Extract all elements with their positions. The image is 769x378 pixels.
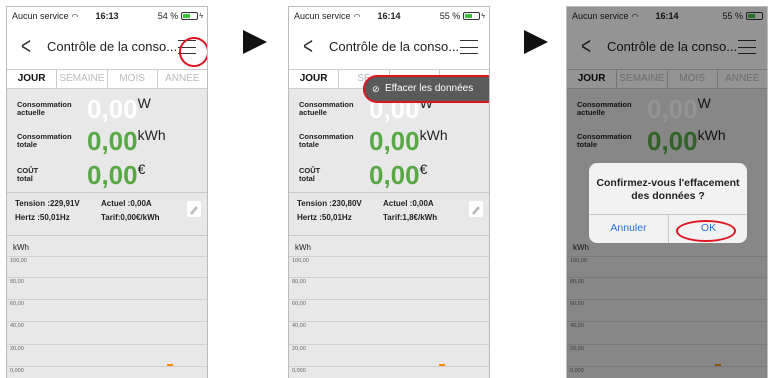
- battery-icon: [181, 12, 199, 20]
- highlight-circle-ok: [676, 220, 736, 242]
- highlight-circle-clear-data: [363, 75, 489, 103]
- menu-icon[interactable]: [460, 40, 478, 54]
- current-readout: Actuel :0,00A: [101, 199, 152, 208]
- metric-unit: W: [137, 95, 151, 111]
- metric-sublabel: total: [299, 174, 315, 183]
- chart-unit-label: kWh: [13, 243, 29, 252]
- step-arrow-icon: [524, 30, 548, 54]
- metric-sublabel: total: [17, 174, 33, 183]
- dashboard: Consommation actuelle 0,00W Consommation t…: [7, 89, 207, 378]
- gridline: [289, 256, 489, 257]
- metric-current-consumption: Consommation actuelle 0,00W: [7, 95, 207, 127]
- tension-readout: Tension :229,91V: [15, 199, 80, 208]
- tab-mois[interactable]: MOIS: [108, 70, 158, 88]
- battery-percent: 55 %: [439, 11, 461, 21]
- metric-sublabel: totale: [17, 140, 38, 149]
- tutorial-sequence: Aucun service ◠ 16:13 54 % ϟ < Contrôle de…: [0, 0, 769, 378]
- tab-jour[interactable]: JOUR: [7, 70, 58, 88]
- current-readout: Actuel :0,00A: [383, 199, 434, 208]
- phone-screen-1: Aucun service ◠ 16:13 54 % ϟ < Contrôle de…: [6, 6, 208, 378]
- status-bar: Aucun service ◠ 16:13 54 % ϟ: [7, 7, 207, 27]
- frequency-readout: Hertz :50,01Hz: [297, 213, 352, 222]
- nav-bar: < Contrôle de la conso...: [7, 27, 207, 67]
- metric-unit: €: [137, 161, 146, 177]
- y-tick-label: 80,00: [292, 279, 306, 285]
- tariff-readout: Tarif:0,00€/kWh: [101, 213, 160, 222]
- chart-bar: [167, 364, 173, 366]
- divider: [289, 235, 489, 236]
- gridline: [289, 366, 489, 367]
- metric-value: 0,00: [87, 126, 138, 156]
- y-tick-label: 100,00: [10, 258, 27, 264]
- edit-tariff-icon[interactable]: [187, 201, 201, 217]
- gridline: [7, 321, 207, 322]
- cancel-button[interactable]: Annuler: [589, 214, 668, 243]
- metric-total-cost: COÛT total 0,00€: [7, 161, 207, 193]
- gridline: [289, 299, 489, 300]
- metric-value: 0,00: [87, 94, 138, 124]
- metric-unit: kWh: [419, 127, 448, 143]
- highlight-circle-menu: [179, 37, 207, 67]
- y-tick-label: 100,00: [292, 258, 309, 264]
- tab-annee[interactable]: ANNEE: [158, 70, 207, 88]
- chart-unit-label: kWh: [295, 243, 311, 252]
- metric-total-consumption: Consommation totale 0,00kWh: [289, 127, 489, 159]
- gridline: [289, 344, 489, 345]
- page-title: Contrôle de la conso...: [47, 39, 178, 54]
- metric-unit: €: [419, 161, 428, 177]
- y-tick-label: 40,00: [292, 323, 306, 329]
- phone-screen-3: Aucun service ◠ 16:14 55 % < Contrôle de …: [566, 6, 768, 378]
- metric-unit: kWh: [137, 127, 166, 143]
- dashboard: Consommation actuelle 0,00W Consommation t…: [289, 89, 489, 378]
- metric-sublabel: totale: [299, 140, 320, 149]
- y-tick-label: 20,00: [292, 346, 306, 352]
- gridline: [7, 277, 207, 278]
- y-tick-label: 40,00: [10, 323, 24, 329]
- gridline: [7, 366, 207, 367]
- nav-bar: < Contrôle de la conso...: [289, 27, 489, 67]
- dialog-message: Confirmez-vous l'effacement: [596, 177, 740, 189]
- frequency-readout: Hertz :50,01Hz: [15, 213, 70, 222]
- metric-sublabel: actuelle: [17, 108, 45, 117]
- metric-value: 0,00: [369, 126, 420, 156]
- tension-readout: Tension :230,80V: [297, 199, 362, 208]
- step-arrow-icon: [243, 30, 267, 54]
- tab-semaine[interactable]: SEMAINE: [57, 70, 108, 88]
- gridline: [7, 299, 207, 300]
- divider: [289, 192, 489, 193]
- metric-value: 0,00: [87, 160, 138, 190]
- dialog-message-line2: des données ?: [631, 190, 705, 202]
- back-chevron-icon[interactable]: <: [21, 35, 31, 59]
- tariff-readout: Tarif:1,8€/kWh: [383, 213, 438, 222]
- gridline: [7, 344, 207, 345]
- y-tick-label: 60,00: [10, 301, 24, 307]
- charging-icon: ϟ: [481, 12, 485, 20]
- metric-sublabel: actuelle: [299, 108, 327, 117]
- metric-total-cost: COÛT total 0,00€: [289, 161, 489, 193]
- battery-icon: [463, 12, 481, 20]
- y-tick-label: 20,00: [10, 346, 24, 352]
- divider: [7, 192, 207, 193]
- y-tick-label: 60,00: [292, 301, 306, 307]
- y-tick-label: 0,000: [292, 368, 306, 374]
- edit-tariff-icon[interactable]: [469, 201, 483, 217]
- page-title: Contrôle de la conso...: [329, 39, 460, 54]
- back-chevron-icon[interactable]: <: [303, 35, 313, 59]
- tab-jour[interactable]: JOUR: [289, 70, 340, 88]
- gridline: [289, 277, 489, 278]
- y-tick-label: 0,000: [10, 368, 24, 374]
- metric-total-consumption: Consommation totale 0,00kWh: [7, 127, 207, 159]
- gridline: [7, 256, 207, 257]
- divider: [7, 235, 207, 236]
- y-tick-label: 80,00: [10, 279, 24, 285]
- battery-percent: 54 %: [157, 11, 179, 21]
- charging-icon: ϟ: [199, 12, 203, 20]
- chart-bar: [439, 364, 445, 366]
- period-tabs: JOUR SEMAINE MOIS ANNEE: [7, 69, 207, 89]
- gridline: [289, 321, 489, 322]
- phone-screen-2: Aucun service ◠ 16:14 55 % ϟ < Contrôle de…: [288, 6, 490, 378]
- status-bar: Aucun service ◠ 16:14 55 % ϟ: [289, 7, 489, 27]
- metric-value: 0,00: [369, 160, 420, 190]
